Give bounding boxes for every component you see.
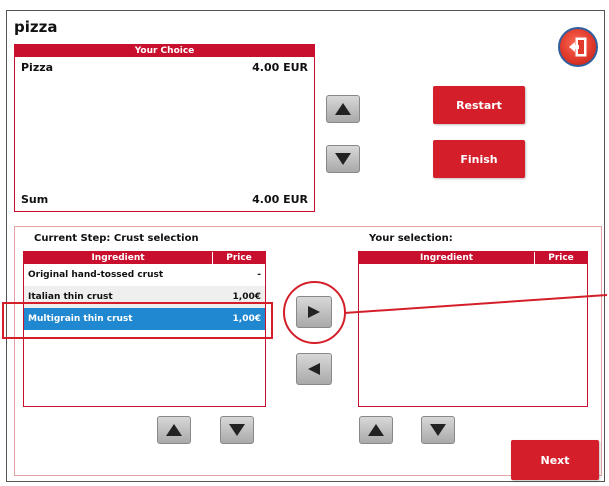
column-ingredient: Ingredient: [24, 252, 213, 264]
choice-item-row: Pizza 4.00 EUR: [21, 61, 308, 74]
highlight-circle: [283, 281, 346, 344]
remove-from-selection-button[interactable]: [296, 353, 332, 385]
choice-sum-row: Sum 4.00 EUR: [21, 193, 308, 206]
exit-button[interactable]: [558, 27, 598, 67]
next-button[interactable]: Next: [511, 440, 599, 480]
highlight-rectangle: [2, 302, 273, 339]
selection-scroll-up-button[interactable]: [359, 416, 393, 444]
triangle-left-icon: [308, 363, 320, 375]
selection-list: Ingredient Price: [358, 251, 588, 407]
ingredient-name: Original hand-tossed crust: [28, 270, 164, 280]
selection-list-header: Ingredient Price: [359, 252, 587, 264]
selection-scroll-down-button[interactable]: [421, 416, 455, 444]
triangle-down-icon: [335, 153, 351, 165]
current-step-label: Current Step: Crust selection: [34, 233, 199, 244]
column-ingredient: Ingredient: [359, 252, 535, 264]
your-selection-label: Your selection:: [369, 233, 453, 244]
choice-scroll-up-button[interactable]: [326, 95, 360, 123]
ingredient-scroll-down-button[interactable]: [220, 416, 254, 444]
sum-value: 4.00 EUR: [252, 193, 308, 206]
ingredient-scroll-up-button[interactable]: [157, 416, 191, 444]
triangle-down-icon: [430, 424, 446, 436]
choice-scroll-down-button[interactable]: [326, 145, 360, 173]
highlight-connector-line: [344, 294, 607, 314]
column-price: Price: [548, 253, 574, 263]
sum-label: Sum: [21, 193, 49, 206]
page-title: pizza: [14, 18, 58, 36]
ingredient-row[interactable]: Original hand-tossed crust -: [24, 264, 265, 286]
choice-item-name: Pizza: [21, 61, 54, 74]
restart-button[interactable]: Restart: [433, 86, 525, 124]
finish-button[interactable]: Finish: [433, 140, 525, 178]
ingredient-price: -: [257, 270, 261, 280]
column-price: Price: [226, 253, 252, 263]
triangle-down-icon: [229, 424, 245, 436]
your-choice-panel: Your Choice Pizza 4.00 EUR Sum 4.00 EUR: [14, 44, 315, 212]
triangle-up-icon: [166, 424, 182, 436]
choice-item-price: 4.00 EUR: [252, 61, 308, 74]
your-choice-header: Your Choice: [15, 45, 314, 57]
ingredient-list-header: Ingredient Price: [24, 252, 265, 264]
triangle-up-icon: [335, 103, 351, 115]
triangle-up-icon: [368, 424, 384, 436]
exit-door-icon: [569, 37, 587, 57]
